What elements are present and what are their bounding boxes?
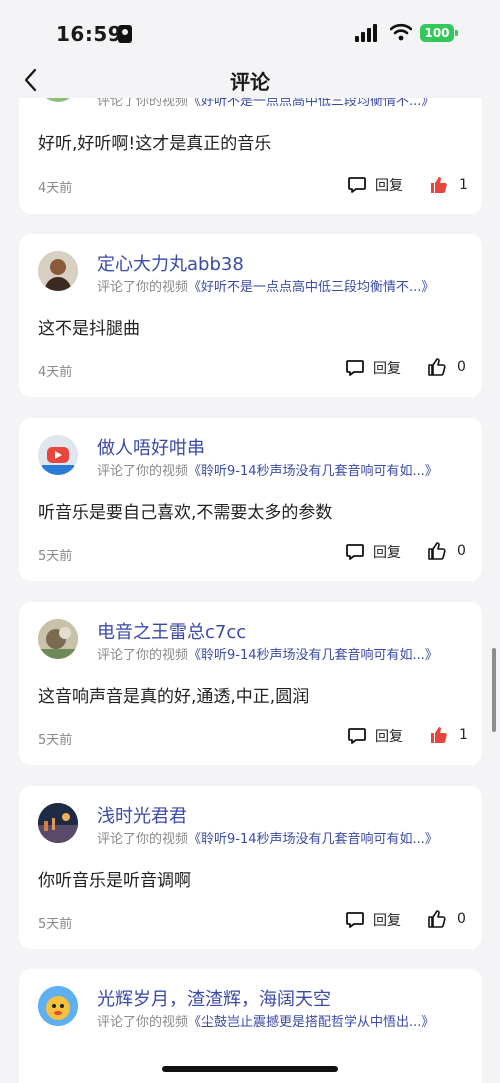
- thumbs-up-icon: [428, 910, 446, 928]
- reply-button[interactable]: 回复: [345, 908, 401, 932]
- cellular-signal-icon: [355, 24, 381, 42]
- avatar[interactable]: [38, 435, 78, 475]
- comment-text: 好听,好听啊!这才是真正的音乐: [38, 134, 272, 154]
- status-bar: 16:59 100: [0, 0, 500, 62]
- reply-label: 回复: [375, 729, 403, 745]
- like-button[interactable]: 0: [427, 354, 466, 380]
- username[interactable]: 光辉岁月，渣渣辉，海阔天空: [97, 985, 331, 1011]
- reply-button[interactable]: 回复: [345, 540, 401, 564]
- comment-date: 4天前: [38, 181, 73, 196]
- like-count: 0: [457, 911, 466, 927]
- back-button[interactable]: [18, 66, 46, 94]
- comment-date: 5天前: [38, 917, 73, 932]
- thumbs-up-icon: [431, 727, 447, 743]
- comment-bubble-icon: [346, 544, 364, 560]
- status-time: 16:59: [56, 22, 123, 46]
- like-button[interactable]: 0: [427, 538, 466, 564]
- comment-date: 5天前: [38, 733, 73, 748]
- username[interactable]: 浅时光君君: [97, 802, 187, 828]
- comment-bubble-icon: [348, 728, 366, 744]
- reply-label: 回复: [373, 361, 401, 377]
- comment-subline: 评论了你的视频《聆听9-14秒声场没有几套音响可有如...》: [97, 832, 438, 847]
- avatar[interactable]: [38, 986, 78, 1026]
- id-card-icon: [118, 25, 132, 43]
- avatar[interactable]: [38, 803, 78, 843]
- reply-label: 回复: [373, 545, 401, 561]
- like-count: 0: [457, 359, 466, 375]
- comment-date: 5天前: [38, 549, 73, 564]
- like-count: 1: [459, 727, 468, 743]
- like-button[interactable]: 1: [429, 722, 468, 748]
- like-count: 1: [459, 177, 468, 193]
- comment-subline: 评论了你的视频《聆听9-14秒声场没有几套音响可有如...》: [97, 464, 438, 479]
- avatar[interactable]: [38, 251, 78, 291]
- battery-cap: [455, 30, 458, 36]
- thumbs-up-icon: [428, 542, 446, 560]
- video-link[interactable]: 《聆听9-14秒声场没有几套音响可有如...》: [188, 648, 438, 663]
- comment-bubble-icon: [346, 912, 364, 928]
- like-count: 0: [457, 543, 466, 559]
- comment-card: 定心大力丸abb38 评论了你的视频《好听不是一点点高中低三段均衡情不...》 …: [19, 234, 482, 397]
- comment-text: 你听音乐是听音调啊: [38, 871, 191, 891]
- username[interactable]: 定心大力丸abb38: [97, 250, 244, 276]
- comment-card: 浅时光君君 评论了你的视频《聆听9-14秒声场没有几套音响可有如...》 你听音…: [19, 786, 482, 949]
- reply-label: 回复: [373, 913, 401, 929]
- video-link[interactable]: 《好听不是一点点高中低三段均衡情不...》: [188, 280, 434, 295]
- username[interactable]: 电音之王雷总c7cc: [97, 618, 246, 644]
- username[interactable]: 做人唔好咁串: [97, 434, 205, 460]
- thumbs-up-icon: [428, 358, 446, 376]
- thumbs-up-icon: [431, 177, 447, 193]
- comment-bubble-icon: [348, 177, 366, 193]
- comment-card: 电音之王雷总c7cc 评论了你的视频《聆听9-14秒声场没有几套音响可有如...…: [19, 602, 482, 765]
- page-title: 评论: [230, 70, 270, 94]
- comment-text: 这音响声音是真的好,通透,中正,圆润: [38, 687, 310, 707]
- reply-button[interactable]: 回复: [347, 724, 403, 748]
- video-link[interactable]: 《聆听9-14秒声场没有几套音响可有如...》: [188, 832, 438, 847]
- comment-bubble-icon: [346, 360, 364, 376]
- comment-text: 这不是抖腿曲: [38, 319, 140, 339]
- reply-label: 回复: [375, 178, 403, 194]
- comment-subline: 评论了你的视频《聆听9-14秒声场没有几套音响可有如...》: [97, 648, 438, 663]
- home-indicator[interactable]: [162, 1066, 338, 1072]
- reply-button[interactable]: 回复: [347, 173, 403, 197]
- chevron-left-icon: [24, 68, 37, 92]
- video-link[interactable]: 《聆听9-14秒声场没有几套音响可有如...》: [188, 464, 438, 479]
- video-link[interactable]: 《尘鼓岂止震撼更是搭配哲学从中悟出...》: [188, 1015, 434, 1030]
- like-button[interactable]: 1: [429, 172, 468, 198]
- scrollbar[interactable]: [492, 648, 496, 732]
- comment-text: 听音乐是要自己喜欢,不需要太多的参数: [38, 503, 333, 523]
- nav-bar: 评论: [0, 62, 500, 98]
- avatar[interactable]: [38, 619, 78, 659]
- comment-card: 做人唔好咁串 评论了你的视频《聆听9-14秒声场没有几套音响可有如...》 听音…: [19, 418, 482, 581]
- comment-subline: 评论了你的视频《尘鼓岂止震撼更是搭配哲学从中悟出...》: [97, 1015, 435, 1030]
- like-button[interactable]: 0: [427, 906, 466, 932]
- comment-date: 4天前: [38, 365, 73, 380]
- reply-button[interactable]: 回复: [345, 356, 401, 380]
- comment-subline: 评论了你的视频《好听不是一点点高中低三段均衡情不...》: [97, 280, 435, 295]
- wifi-icon: [390, 23, 412, 41]
- battery-indicator: 100: [420, 24, 454, 42]
